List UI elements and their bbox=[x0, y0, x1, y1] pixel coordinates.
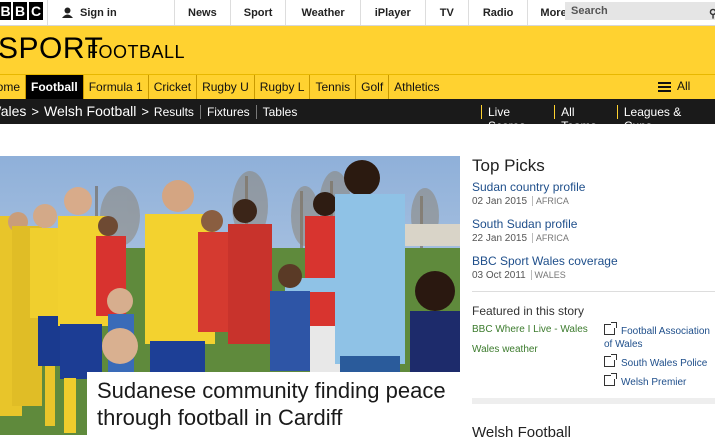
section-divider bbox=[472, 291, 715, 292]
sport-nav-formula1[interactable]: Formula 1 bbox=[84, 75, 149, 100]
all-teams-link[interactable]: All Teams bbox=[554, 104, 617, 133]
sport-nav-tennis[interactable]: Tennis bbox=[310, 75, 357, 100]
section-title[interactable]: FOOTBALL bbox=[87, 42, 185, 63]
headline-panel[interactable]: Sudanese community finding peace through… bbox=[87, 372, 460, 435]
fixtures-link[interactable]: Fixtures bbox=[199, 104, 256, 119]
bbc-logo-letter: C bbox=[29, 2, 43, 20]
external-link-label: South Wales Police bbox=[621, 358, 708, 369]
external-link-icon bbox=[604, 354, 617, 367]
top-pick-meta: 03 Oct 2011 WALES bbox=[472, 270, 618, 281]
all-sport-menu[interactable]: All Sport bbox=[652, 74, 715, 118]
section-divider bbox=[472, 398, 715, 404]
featured-external-link[interactable]: Football Association of Wales bbox=[604, 322, 715, 351]
bbc-logo-letter: B bbox=[13, 2, 27, 20]
sport-nav-rugby-league[interactable]: Rugby L bbox=[255, 75, 311, 100]
top-pick-item[interactable]: BBC Sport Wales coverage 03 Oct 2011 WAL… bbox=[472, 254, 618, 281]
global-nav: News Sport Weather iPlayer TV Radio More… bbox=[174, 0, 590, 25]
external-link-label: Welsh Premier bbox=[621, 377, 687, 388]
sport-nav-golf[interactable]: Golf bbox=[356, 75, 390, 100]
search-icon[interactable]: ⚲ bbox=[709, 5, 715, 23]
breadcrumb-separator: > bbox=[31, 104, 39, 119]
bbc-logo-letter: B bbox=[0, 2, 11, 20]
user-icon bbox=[62, 7, 73, 18]
top-pick-date: 03 Oct 2011 bbox=[472, 270, 526, 281]
menu-icon bbox=[658, 82, 671, 92]
sport-nav-athletics[interactable]: Athletics bbox=[389, 75, 444, 100]
top-pick-tag: AFRICA bbox=[531, 196, 569, 206]
featured-internal-link[interactable]: BBC Where I Live - Wales bbox=[472, 324, 588, 335]
breadcrumb-welsh-football[interactable]: Welsh Football bbox=[44, 99, 136, 124]
top-pick-meta: 22 Jan 2015 AFRICA bbox=[472, 233, 577, 244]
sport-nav-home[interactable]: Home bbox=[0, 75, 27, 100]
nav-radio[interactable]: Radio bbox=[467, 0, 528, 25]
top-pick-tag: WALES bbox=[530, 270, 566, 280]
leagues-cups-link[interactable]: Leagues & Cups bbox=[616, 104, 715, 133]
external-link-label: Football Association of Wales bbox=[604, 326, 710, 350]
nav-tv[interactable]: TV bbox=[424, 0, 468, 25]
featured-internal-link[interactable]: Wales weather bbox=[472, 344, 538, 355]
top-pick-date: 02 Jan 2015 bbox=[472, 196, 528, 207]
top-pick-meta: 02 Jan 2015 AFRICA bbox=[472, 196, 585, 207]
top-pick-title[interactable]: BBC Sport Wales coverage bbox=[472, 254, 618, 268]
featured-external-link[interactable]: South Wales Police bbox=[604, 354, 708, 369]
article-headline[interactable]: Sudanese community finding peace through… bbox=[97, 377, 460, 431]
top-pick-date: 22 Jan 2015 bbox=[472, 233, 528, 244]
nav-sport[interactable]: Sport bbox=[229, 0, 286, 25]
featured-heading: Featured in this story bbox=[472, 304, 585, 318]
nav-iplayer[interactable]: iPlayer bbox=[359, 0, 425, 25]
sport-nav-football[interactable]: Football bbox=[26, 75, 84, 100]
nav-weather[interactable]: Weather bbox=[285, 0, 359, 25]
nav-news[interactable]: News bbox=[174, 0, 230, 25]
top-pick-item[interactable]: South Sudan profile 22 Jan 2015 AFRICA bbox=[472, 217, 577, 244]
bbc-logo[interactable]: B B C bbox=[0, 2, 45, 20]
results-link[interactable]: Results bbox=[154, 105, 200, 119]
tables-link[interactable]: Tables bbox=[255, 104, 304, 119]
global-header: B B C Sign in News Sport Weather iPlayer… bbox=[0, 0, 715, 26]
external-link-icon bbox=[604, 373, 617, 386]
sign-in-label: Sign in bbox=[80, 6, 117, 19]
external-link-icon bbox=[604, 322, 617, 335]
section-nav: Wales > Welsh Football > Results Fixture… bbox=[0, 99, 715, 133]
search-placeholder: Search bbox=[571, 5, 608, 17]
top-pick-title[interactable]: Sudan country profile bbox=[472, 180, 585, 194]
top-picks-heading: Top Picks bbox=[472, 156, 545, 175]
sign-in-link[interactable]: Sign in bbox=[47, 0, 117, 25]
top-pick-item[interactable]: Sudan country profile 02 Jan 2015 AFRICA bbox=[472, 180, 585, 207]
live-scores-link[interactable]: Live Scores bbox=[481, 104, 554, 133]
top-pick-tag: AFRICA bbox=[531, 233, 569, 243]
sport-nav-cricket[interactable]: Cricket bbox=[149, 75, 198, 100]
sport-banner: SPORT FOOTBALL bbox=[0, 26, 715, 74]
sport-nav-rugby-union[interactable]: Rugby U bbox=[197, 75, 255, 100]
search-input[interactable]: Search ⚲ bbox=[565, 2, 715, 20]
breadcrumb-separator: > bbox=[141, 104, 149, 119]
top-pick-title[interactable]: South Sudan profile bbox=[472, 217, 577, 231]
breadcrumb-wales[interactable]: Wales bbox=[0, 99, 26, 124]
sport-nav: Home Football Formula 1 Cricket Rugby U … bbox=[0, 74, 715, 100]
featured-external-link[interactable]: Welsh Premier bbox=[604, 373, 687, 388]
welsh-football-heading: Welsh Football bbox=[472, 424, 571, 441]
